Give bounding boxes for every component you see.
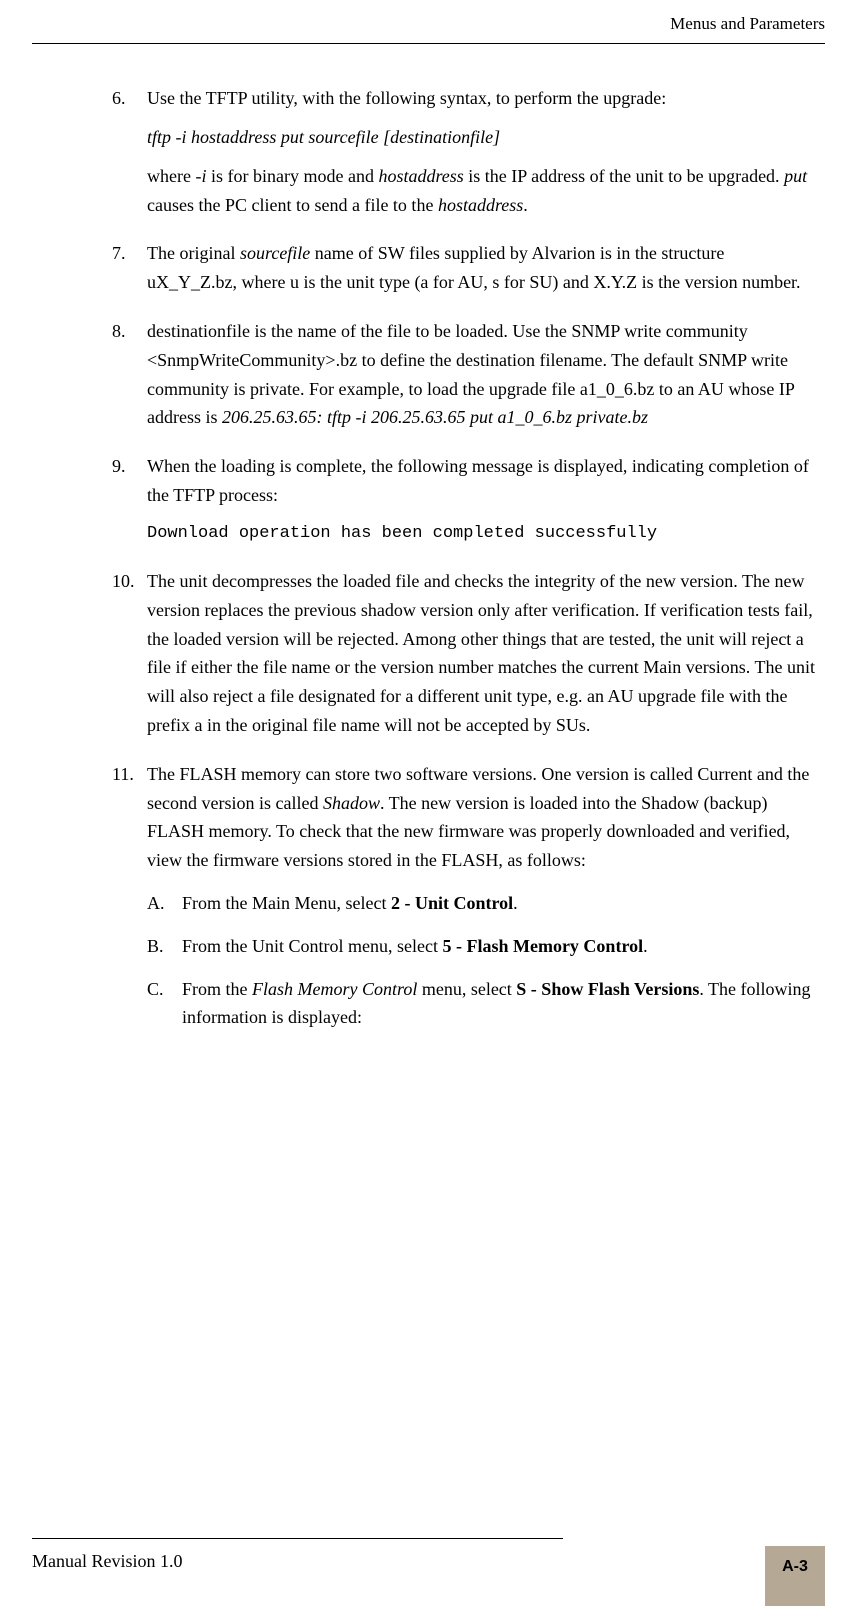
paragraph: The original sourcefile name of SW files… xyxy=(147,239,815,297)
list-number: 6. xyxy=(112,84,147,219)
list-body: The original sourcefile name of SW files… xyxy=(147,239,815,297)
footer-rule xyxy=(32,1538,563,1539)
list-body: destinationfile is the name of the file … xyxy=(147,317,815,432)
list-item: 9.When the loading is complete, the foll… xyxy=(112,452,815,547)
list-body: The FLASH memory can store two software … xyxy=(147,760,815,1046)
sub-list-item: B.From the Unit Control menu, select 5 -… xyxy=(147,932,815,961)
list-body: Use the TFTP utility, with the following… xyxy=(147,84,815,219)
list-body: The unit decompresses the loaded file an… xyxy=(147,567,815,740)
text-run: From the Main Menu, select xyxy=(182,893,391,913)
page-content: 6.Use the TFTP utility, with the followi… xyxy=(32,84,825,1046)
text-run: menu, select xyxy=(417,979,516,999)
paragraph: where -i is for binary mode and hostaddr… xyxy=(147,162,815,220)
text-run: Shadow xyxy=(323,793,380,813)
sub-body: From the Flash Memory Control menu, sele… xyxy=(182,975,815,1033)
text-run: put xyxy=(784,166,807,186)
sub-list: A.From the Main Menu, select 2 - Unit Co… xyxy=(147,889,815,1032)
list-item: 11.The FLASH memory can store two softwa… xyxy=(112,760,815,1046)
sub-body: From the Main Menu, select 2 - Unit Cont… xyxy=(182,889,815,918)
text-run: From the Unit Control menu, select xyxy=(182,936,442,956)
list-number: 11. xyxy=(112,760,147,1046)
paragraph: The unit decompresses the loaded file an… xyxy=(147,567,815,740)
sub-list-item: A.From the Main Menu, select 2 - Unit Co… xyxy=(147,889,815,918)
text-run: Flash Memory Control xyxy=(252,979,417,999)
text-run: . xyxy=(513,893,518,913)
sub-letter: C. xyxy=(147,975,182,1033)
header-title: Menus and Parameters xyxy=(670,14,825,33)
text-run: where xyxy=(147,166,195,186)
page-number: A-3 xyxy=(782,1554,808,1580)
list-number: 10. xyxy=(112,567,147,740)
page-header: Menus and Parameters xyxy=(32,0,825,44)
list-item: 7.The original sourcefile name of SW fil… xyxy=(112,239,815,297)
text-run: sourcefile xyxy=(240,243,310,263)
text-run: . xyxy=(643,936,648,956)
text-run: hostaddress xyxy=(438,195,523,215)
document-page: Menus and Parameters 6.Use the TFTP util… xyxy=(0,0,857,1606)
text-run: 2 - Unit Control xyxy=(391,893,513,913)
paragraph: Use the TFTP utility, with the following… xyxy=(147,84,815,113)
text-run: causes the PC client to send a file to t… xyxy=(147,195,438,215)
list-item: 6.Use the TFTP utility, with the followi… xyxy=(112,84,815,219)
list-number: 8. xyxy=(112,317,147,432)
paragraph: The FLASH memory can store two software … xyxy=(147,760,815,875)
list-body: When the loading is complete, the follow… xyxy=(147,452,815,547)
text-run: hostaddress xyxy=(378,166,463,186)
text-run: From the xyxy=(182,979,252,999)
page-number-bar: A-3 xyxy=(765,1546,825,1606)
paragraph: destinationfile is the name of the file … xyxy=(147,317,815,432)
text-run: is the IP address of the unit to be upgr… xyxy=(464,166,784,186)
text-run: The original xyxy=(147,243,240,263)
footer-revision: Manual Revision 1.0 xyxy=(32,1547,825,1576)
paragraph: When the loading is complete, the follow… xyxy=(147,452,815,510)
text-run: is for binary mode and xyxy=(206,166,378,186)
sub-letter: B. xyxy=(147,932,182,961)
paragraph: tftp -i hostaddress put sourcefile [dest… xyxy=(147,123,815,152)
text-run: S - Show Flash Versions xyxy=(516,979,699,999)
list-number: 9. xyxy=(112,452,147,547)
list-item: 8.destinationfile is the name of the fil… xyxy=(112,317,815,432)
list-item: 10.The unit decompresses the loaded file… xyxy=(112,567,815,740)
text-run: . xyxy=(523,195,528,215)
text-run: -i xyxy=(195,166,206,186)
sub-list-item: C.From the Flash Memory Control menu, se… xyxy=(147,975,815,1033)
list-number: 7. xyxy=(112,239,147,297)
paragraph: Download operation has been completed su… xyxy=(147,520,815,547)
page-footer: Manual Revision 1.0 A-3 xyxy=(0,1538,857,1606)
sub-letter: A. xyxy=(147,889,182,918)
text-run: 206.25.63.65: tftp -i 206.25.63.65 put a… xyxy=(222,407,648,427)
text-run: 5 - Flash Memory Control xyxy=(442,936,643,956)
sub-body: From the Unit Control menu, select 5 - F… xyxy=(182,932,815,961)
